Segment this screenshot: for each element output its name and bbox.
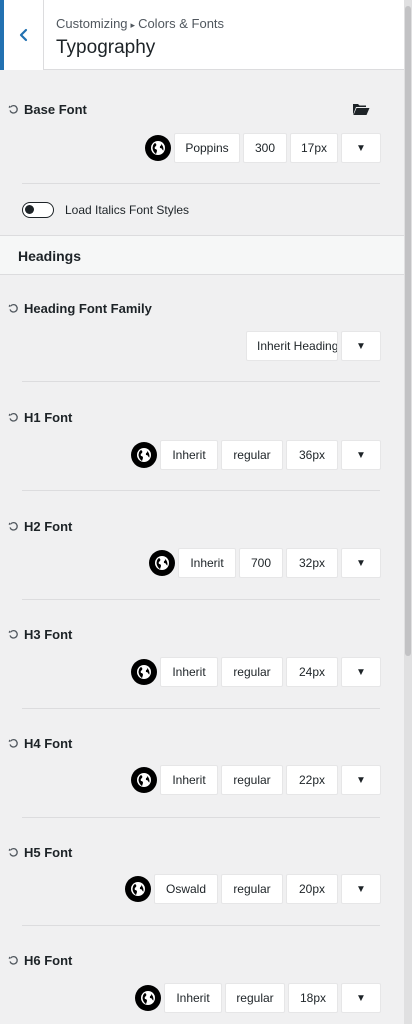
breadcrumb-section: Colors & Fonts [138,16,225,31]
h2-font-controls: Inherit 700 32px ▼ [149,548,381,578]
italics-toggle[interactable] [22,202,54,218]
reset-icon[interactable] [8,412,19,423]
h6-font-label-text: H6 Font [24,953,73,968]
divider [22,817,380,818]
base-font-weight-select[interactable]: 300 [243,133,287,163]
h2-font-weight-select[interactable]: 700 [239,548,283,578]
h2-font-family-select[interactable]: Inherit [178,548,236,578]
h5-font-more-dropdown[interactable]: ▼ [341,874,381,904]
customizer-header: Customizing ▸ Colors & Fonts Typography [0,0,404,70]
reset-icon[interactable] [8,738,19,749]
h2-font-more-dropdown[interactable]: ▼ [341,548,381,578]
heading-family-label-text: Heading Font Family [24,301,152,316]
base-font-controls: Poppins 300 17px ▼ [145,133,381,163]
h6-font-weight-select[interactable]: regular [225,983,285,1013]
h3-font-controls: Inherit regular 24px ▼ [131,657,381,687]
base-font-more-dropdown[interactable]: ▼ [341,133,381,163]
globe-icon[interactable] [131,442,157,468]
globe-icon[interactable] [135,985,161,1011]
h4-font-size-input[interactable]: 22px [286,765,338,795]
chevron-left-icon [19,28,27,42]
h3-font-label-text: H3 Font [24,627,73,642]
h1-font-label: H1 Font [8,410,72,425]
h4-font-weight-select[interactable]: regular [221,765,283,795]
divider [22,183,380,184]
base-font-label: Base Font [8,102,87,117]
h1-font-weight-select[interactable]: regular [221,440,283,470]
page-title: Typography [56,37,156,58]
folder-open-icon[interactable] [352,102,370,116]
h4-font-more-dropdown[interactable]: ▼ [341,765,381,795]
reset-icon[interactable] [8,521,19,532]
h1-font-label-text: H1 Font [24,410,73,425]
breadcrumb-root: Customizing [56,16,128,31]
h3-font-weight-select[interactable]: regular [221,657,283,687]
h6-font-label: H6 Font [8,953,72,968]
h4-font-family-select[interactable]: Inherit [160,765,218,795]
h3-font-size-input[interactable]: 24px [286,657,338,687]
scrollbar[interactable] [404,0,412,1024]
h6-font-more-dropdown[interactable]: ▼ [341,983,381,1013]
reset-icon[interactable] [8,303,19,314]
toggle-knob [25,205,34,214]
globe-icon[interactable] [125,876,151,902]
h5-font-weight-select[interactable]: regular [221,874,283,904]
reset-icon[interactable] [8,847,19,858]
base-font-size-input[interactable]: 17px [290,133,338,163]
globe-icon[interactable] [145,135,171,161]
h2-font-label: H2 Font [8,519,72,534]
h6-font-size-input[interactable]: 18px [288,983,338,1013]
h1-font-more-dropdown[interactable]: ▼ [341,440,381,470]
globe-icon[interactable] [149,550,175,576]
h1-font-size-input[interactable]: 36px [286,440,338,470]
headings-section-title: Headings [18,248,82,264]
divider [22,599,380,600]
h5-font-family-select[interactable]: Oswald [154,874,218,904]
heading-family-controls: Inherit Heading ▼ [246,331,381,361]
heading-family-dropdown[interactable]: ▼ [341,331,381,361]
globe-icon[interactable] [131,767,157,793]
h2-font-size-input[interactable]: 32px [286,548,338,578]
scrollbar-thumb[interactable] [405,6,411,656]
h1-font-family-select[interactable]: Inherit [160,440,218,470]
breadcrumb: Customizing ▸ Colors & Fonts [56,16,224,31]
heading-family-label: Heading Font Family [8,301,152,316]
globe-icon[interactable] [131,659,157,685]
h2-font-label-text: H2 Font [24,519,73,534]
headings-section-header: Headings [0,235,404,275]
back-button[interactable] [0,0,44,70]
reset-icon[interactable] [8,955,19,966]
h1-font-controls: Inherit regular 36px ▼ [131,440,381,470]
h3-font-more-dropdown[interactable]: ▼ [341,657,381,687]
h5-font-label: H5 Font [8,845,72,860]
breadcrumb-separator: ▸ [130,20,136,30]
h6-font-family-select[interactable]: Inherit [164,983,222,1013]
reset-icon[interactable] [8,104,19,115]
base-font-family-select[interactable]: Poppins [174,133,240,163]
divider [22,708,380,709]
h6-font-controls: Inherit regular 18px ▼ [135,983,381,1013]
h3-font-family-select[interactable]: Inherit [160,657,218,687]
h3-font-label: H3 Font [8,627,72,642]
heading-family-select[interactable]: Inherit Heading [246,331,338,361]
reset-icon[interactable] [8,629,19,640]
divider [22,490,380,491]
base-font-label-text: Base Font [24,102,87,117]
h4-font-label-text: H4 Font [24,736,73,751]
h5-font-controls: Oswald regular 20px ▼ [125,874,381,904]
divider [22,381,380,382]
divider [22,925,380,926]
h5-font-size-input[interactable]: 20px [286,874,338,904]
italics-toggle-label: Load Italics Font Styles [65,203,190,217]
h4-font-label: H4 Font [8,736,72,751]
h4-font-controls: Inherit regular 22px ▼ [131,765,381,795]
h5-font-label-text: H5 Font [24,845,73,860]
